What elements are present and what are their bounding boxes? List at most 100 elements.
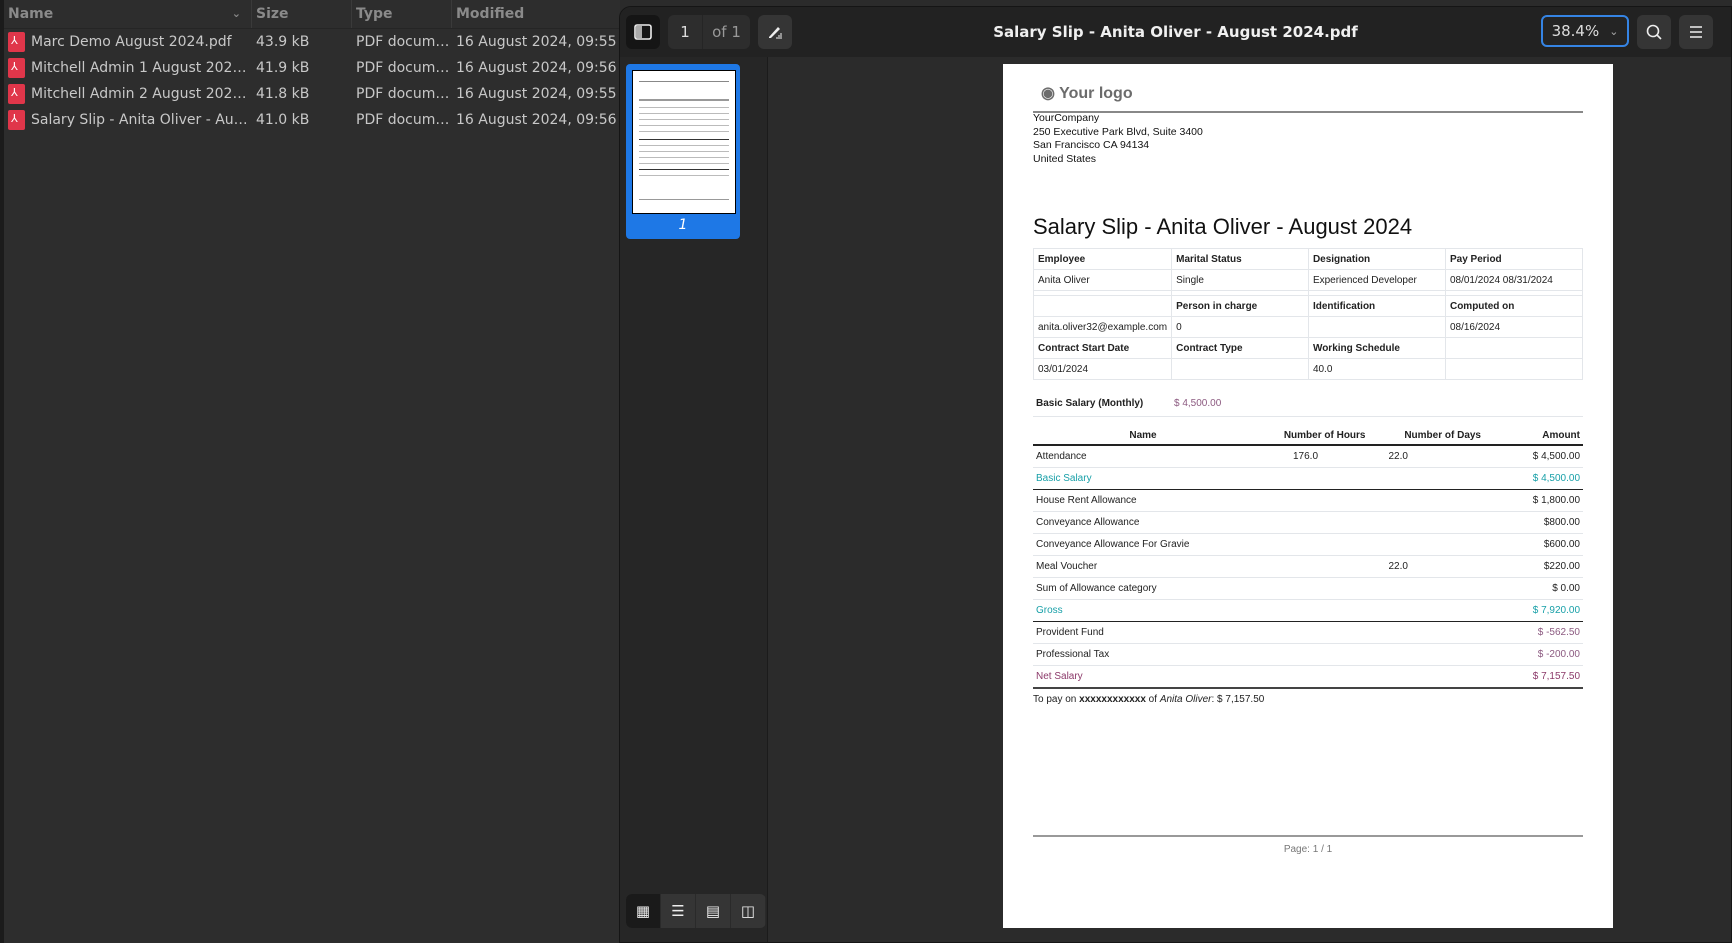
list-icon: ☰ — [671, 902, 685, 920]
thumb-line — [639, 145, 729, 146]
page-number-input[interactable]: 1 — [668, 15, 703, 49]
info-value — [1444, 358, 1584, 380]
line-hours — [1253, 643, 1369, 666]
line-days — [1368, 577, 1484, 600]
file-size: 41.9 kB — [256, 60, 310, 76]
info-value: 08/16/2024 — [1444, 316, 1584, 338]
file-type: PDF docum… — [356, 34, 450, 50]
thumbnail-preview — [632, 70, 736, 214]
info-value — [1171, 358, 1309, 380]
column-header-name[interactable]: Name ⌄ — [4, 0, 252, 28]
column-label: Modified — [456, 6, 525, 22]
file-name: Salary Slip - Anita Oliver - Augu… — [31, 112, 252, 128]
info-value: Anita Oliver — [1032, 269, 1173, 291]
file-modified: 16 August 2024, 09:56 — [456, 112, 617, 128]
pay-amount: : $ 7,157.50 — [1211, 694, 1265, 705]
salary-line-row: Meal Voucher 22.0 $220.00 — [1033, 555, 1583, 578]
line-amount: $ 4,500.00 — [1484, 445, 1583, 468]
info-row: Contract Start Date Contract Type Working … — [1032, 337, 1584, 359]
info-label: Designation — [1307, 248, 1446, 270]
info-label: Identification — [1307, 295, 1446, 317]
thumb-line — [639, 163, 729, 164]
line-amount: $220.00 — [1484, 555, 1583, 578]
camera-icon: ◉ — [1041, 85, 1060, 102]
sidebar-icon — [634, 24, 652, 40]
file-name-cell: Marc Demo August 2024.pdf — [4, 32, 252, 52]
thumb-line — [639, 199, 729, 200]
line-amount: $ 7,157.50 — [1484, 665, 1583, 689]
thumb-line — [639, 99, 729, 101]
line-hours — [1253, 489, 1369, 512]
basic-salary: Basic Salary (Monthly) $ 4,500.00 — [1036, 398, 1221, 409]
line-amount: $ 0.00 — [1484, 577, 1583, 600]
address-line: United States — [1033, 152, 1097, 165]
file-row[interactable]: Mitchell Admin 1 August 2024.… 41.9 kB P… — [4, 55, 620, 81]
search-icon — [1646, 24, 1662, 40]
document-area[interactable]: ◉ Your logo YourCompany 250 Executive Pa… — [768, 57, 1731, 942]
line-days — [1368, 643, 1484, 666]
salary-lines-table: Name Number of Hours Number of Days Amou… — [1033, 426, 1583, 689]
thumb-line — [639, 107, 729, 108]
line-amount: $ -200.00 — [1484, 643, 1583, 666]
basic-salary-label: Basic Salary (Monthly) — [1036, 398, 1144, 409]
file-list-header: Name ⌄ Size Type Modified — [4, 0, 620, 29]
payment-note: To pay on xxxxxxxxxxxx of Anita Oliver: … — [1033, 694, 1264, 705]
salary-line-row: Conveyance Allowance $800.00 — [1033, 511, 1583, 534]
outline-tab[interactable]: ☰ — [661, 894, 696, 928]
file-list: Name ⌄ Size Type Modified Marc Demo Augus… — [0, 0, 620, 943]
thumb-line — [639, 131, 729, 132]
address-line: YourCompany — [1033, 112, 1100, 124]
annotations-tab[interactable]: ▤ — [696, 894, 731, 928]
thumb-line — [639, 125, 729, 126]
pdf-file-icon — [8, 110, 25, 130]
info-value: 0 — [1171, 316, 1309, 338]
page-thumbnail[interactable]: 1 — [626, 64, 740, 239]
column-header: Amount — [1484, 426, 1583, 446]
company-logo: ◉ Your logo — [1041, 83, 1133, 103]
zoom-select[interactable]: 38.4% ⌄ — [1541, 15, 1629, 47]
info-row: Employee Marital Status Designation Pay Per… — [1032, 248, 1584, 270]
thumb-line — [639, 175, 729, 176]
thumb-line — [639, 119, 729, 120]
column-header-size[interactable]: Size — [252, 0, 352, 28]
line-days: 22.0 — [1368, 555, 1484, 578]
annotate-button[interactable] — [758, 15, 792, 49]
lines-header-row: Name Number of Hours Number of Days Amou… — [1033, 426, 1583, 446]
thumbnails-tab[interactable]: ▦ — [626, 894, 661, 928]
line-name: Attendance — [1033, 445, 1253, 468]
column-header-modified[interactable]: Modified — [452, 0, 620, 28]
salary-line-row: House Rent Allowance $ 1,800.00 — [1033, 489, 1583, 512]
file-modified: 16 August 2024, 09:56 — [456, 60, 617, 76]
logo-text: Your logo — [1059, 85, 1133, 102]
thumb-line — [639, 113, 729, 114]
page-footer: Page: 1 / 1 — [1283, 844, 1333, 855]
file-modified: 16 August 2024, 09:55 — [456, 34, 617, 50]
file-row[interactable]: Salary Slip - Anita Oliver - Augu… 41.0 … — [4, 107, 620, 133]
thumb-line — [639, 151, 729, 152]
info-label: Working Schedule — [1307, 337, 1446, 359]
line-hours — [1253, 511, 1369, 534]
column-header: Number of Hours — [1253, 426, 1369, 446]
thumb-line — [639, 157, 729, 158]
main-menu-button[interactable] — [1679, 15, 1713, 49]
footer-divider — [1033, 835, 1583, 837]
file-row[interactable]: Marc Demo August 2024.pdf 43.9 kB PDF do… — [4, 29, 620, 55]
sidebar-view-tabs: ▦ ☰ ▤ ◫ — [626, 894, 766, 928]
pdf-file-icon — [8, 32, 25, 52]
salary-line-row: Net Salary $ 7,157.50 — [1033, 665, 1583, 689]
bookmarks-tab[interactable]: ◫ — [731, 894, 766, 928]
line-name: Provident Fund — [1033, 621, 1253, 644]
page-navigator: 1 of 1 — [668, 15, 750, 49]
column-header-type[interactable]: Type — [352, 0, 452, 28]
search-button[interactable] — [1637, 15, 1671, 49]
line-days — [1368, 489, 1484, 512]
info-label: Computed on — [1444, 295, 1584, 317]
divider — [1033, 416, 1583, 417]
info-value: Experienced Developer — [1307, 269, 1446, 291]
comment-icon: ▤ — [705, 902, 721, 920]
sidebar-toggle-button[interactable] — [626, 15, 660, 49]
line-days — [1368, 533, 1484, 556]
file-row[interactable]: Mitchell Admin 2 August 2024.… 41.8 kB P… — [4, 81, 620, 107]
pay-of: of — [1145, 694, 1160, 705]
info-value — [1307, 316, 1446, 338]
